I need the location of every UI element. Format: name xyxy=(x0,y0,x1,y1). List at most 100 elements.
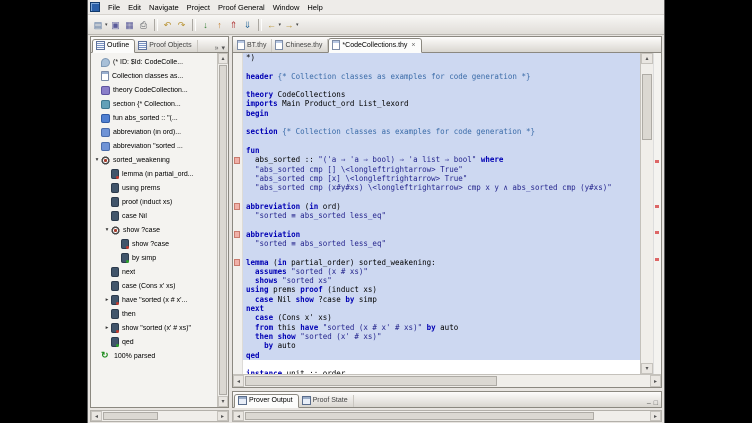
tree-item-proof-induct-xs[interactable]: proof (induct xs) xyxy=(91,195,217,209)
save-button[interactable]: ▣ xyxy=(109,17,123,32)
expand-icon[interactable]: ▸ xyxy=(103,297,111,303)
tree-item-show-case[interactable]: show ?case xyxy=(91,237,217,251)
tree-item-collection-classes-as[interactable]: Collection classes as... xyxy=(91,69,217,83)
goal-icon xyxy=(111,226,120,235)
outline-vertical-scrollbar[interactable]: ▴ ▾ xyxy=(217,53,228,407)
scrollbar-track[interactable] xyxy=(244,411,650,421)
tree-item-case-cons-x-xs[interactable]: case (Cons x' xs) xyxy=(91,279,217,293)
new-wizard-button[interactable]: ▤▾ xyxy=(91,17,109,32)
editor-tab-bt-thy[interactable]: BT.thy xyxy=(234,39,272,52)
scrollbar-track[interactable] xyxy=(218,64,228,396)
menu-item-proof-general[interactable]: Proof General xyxy=(214,2,269,13)
scroll-right-button[interactable]: ▸ xyxy=(650,375,661,387)
menu-item-navigate[interactable]: Navigate xyxy=(145,2,183,13)
editor-vertical-scrollbar[interactable]: ▴ ▾ xyxy=(640,53,653,374)
outline-horizontal-scrollbar[interactable]: ◂ ▸ xyxy=(90,410,229,422)
tree-item-100-parsed[interactable]: 100% parsed xyxy=(91,349,217,363)
window-icon[interactable] xyxy=(90,2,100,12)
save-all-button[interactable]: ▦ xyxy=(123,17,137,32)
tree-item-theory-codecollection[interactable]: theory CodeCollection... xyxy=(91,83,217,97)
tab-overflow-chevron-icon[interactable]: » xyxy=(215,45,219,52)
overview-marker-icon[interactable] xyxy=(655,160,659,163)
tree-item-by-simp[interactable]: by simp xyxy=(91,251,217,265)
scrollbar-thumb[interactable] xyxy=(103,412,158,420)
tree-item-case-nil[interactable]: case Nil xyxy=(91,209,217,223)
editor-horizontal-scrollbar[interactable]: ◂ ▸ xyxy=(233,374,661,387)
print-button[interactable]: ⎙ xyxy=(137,17,151,32)
code-line-21: "sorted ≡ abs_sorted less_eq" xyxy=(243,239,640,248)
scroll-right-button[interactable]: ▸ xyxy=(650,411,661,421)
overview-marker-icon[interactable] xyxy=(655,205,659,208)
tree-item-qed[interactable]: qed xyxy=(91,335,217,349)
view-tab-outline[interactable]: Outline xyxy=(92,39,135,53)
tree-item-fun-abs-sorted[interactable]: fun abs_sorted :: "(... xyxy=(91,111,217,125)
main-horizontal-scrollbar[interactable]: ◂ ▸ xyxy=(232,410,662,422)
maximize-view-icon[interactable]: □ xyxy=(654,400,658,407)
dropdown-arrow-icon[interactable]: ▾ xyxy=(296,22,299,28)
scroll-right-button[interactable]: ▸ xyxy=(217,411,228,421)
scrollbar-thumb[interactable] xyxy=(219,65,227,395)
proof-goto-button[interactable]: ⇓ xyxy=(241,17,255,32)
overview-marker-icon[interactable] xyxy=(655,258,659,261)
menu-item-help[interactable]: Help xyxy=(303,2,326,13)
tree-item-have-sorted-x-x[interactable]: ▸have "sorted (x # x'... xyxy=(91,293,217,307)
expand-icon[interactable]: ▸ xyxy=(103,325,111,331)
scroll-left-button[interactable]: ◂ xyxy=(233,375,244,387)
menu-item-file[interactable]: File xyxy=(104,2,124,13)
scrollbar-track[interactable] xyxy=(641,64,653,363)
tree-item-next[interactable]: next xyxy=(91,265,217,279)
minimize-view-icon[interactable]: – xyxy=(647,400,651,407)
scroll-down-button[interactable]: ▾ xyxy=(218,396,228,407)
tree-item-sorted-weakening[interactable]: ▾sorted_weakening xyxy=(91,153,217,167)
tree-item-show-case[interactable]: ▾show ?case xyxy=(91,223,217,237)
scrollbar-track[interactable] xyxy=(102,411,217,421)
scrollbar-thumb[interactable] xyxy=(245,412,594,420)
code-token: partial_order) sorted_weakening: xyxy=(287,258,436,267)
view-tab-proof-state[interactable]: Proof State xyxy=(299,395,354,407)
tab-close-icon[interactable]: × xyxy=(411,42,415,49)
menu-item-edit[interactable]: Edit xyxy=(124,2,145,13)
scroll-down-button[interactable]: ▾ xyxy=(641,363,653,374)
code-token: abs_sorted :: xyxy=(246,155,318,164)
tree-item-lemma-in-partial-ord[interactable]: lemma (in partial_ord... xyxy=(91,167,217,181)
overview-ruler[interactable] xyxy=(653,53,661,374)
forward-button[interactable]: →▾ xyxy=(282,17,300,32)
scroll-up-button[interactable]: ▴ xyxy=(641,53,653,64)
redo-button[interactable]: ↷ xyxy=(175,17,189,32)
dropdown-arrow-icon[interactable]: ▾ xyxy=(105,22,108,28)
overview-marker-icon[interactable] xyxy=(655,231,659,234)
tree-item-abbreviation-sorted[interactable]: abbreviation "sorted ... xyxy=(91,139,217,153)
dropdown-arrow-icon[interactable]: ▾ xyxy=(279,22,282,28)
menu-item-project[interactable]: Project xyxy=(183,2,214,13)
view-tab-prover-output[interactable]: Prover Output xyxy=(234,394,299,408)
undo-button[interactable]: ↶ xyxy=(161,17,175,32)
scrollbar-thumb[interactable] xyxy=(642,74,652,140)
proof-next-button[interactable]: ↓ xyxy=(199,17,213,32)
tree-item-then[interactable]: then xyxy=(91,307,217,321)
menu-item-window[interactable]: Window xyxy=(269,2,304,13)
scrollbar-track[interactable] xyxy=(244,375,650,387)
scroll-left-button[interactable]: ◂ xyxy=(91,411,102,421)
scroll-left-button[interactable]: ◂ xyxy=(233,411,244,421)
editor-tab-chinese-thy[interactable]: Chinese.thy xyxy=(272,39,328,52)
proof-undo-button[interactable]: ↑ xyxy=(213,17,227,32)
tree-item-using-prems[interactable]: using prems xyxy=(91,181,217,195)
code-area[interactable]: *)header {* Collection classes as exampl… xyxy=(243,53,640,374)
scroll-up-button[interactable]: ▴ xyxy=(218,53,228,64)
scrollbar-thumb[interactable] xyxy=(245,376,497,386)
tree-item-section-collection[interactable]: section {* Collection... xyxy=(91,97,217,111)
proof-retract-button[interactable]: ⇑ xyxy=(227,17,241,32)
console-view-icon xyxy=(302,396,311,405)
view-menu-icon[interactable]: ▾ xyxy=(221,44,225,52)
back-button[interactable]: ←▾ xyxy=(265,17,283,32)
tree-item-label: abbreviation "sorted ... xyxy=(113,143,183,150)
tree-item-show-sorted-x-xs[interactable]: ▸show "sorted (x' # xs)" xyxy=(91,321,217,335)
collapse-icon[interactable]: ▾ xyxy=(93,157,101,163)
collapse-icon[interactable]: ▾ xyxy=(103,227,111,233)
tree-item-label: Collection classes as... xyxy=(112,73,183,80)
tree-item-id-id-codecolle[interactable]: (* ID: $Id: CodeColle... xyxy=(91,55,217,69)
forward-icon: → xyxy=(283,18,295,32)
tree-item-abbreviation-in-ord[interactable]: abbreviation (in ord)... xyxy=(91,125,217,139)
view-tab-proof-objects[interactable]: Proof Objects xyxy=(135,40,197,52)
editor-tab-codecollections-thy[interactable]: *CodeCollections.thy× xyxy=(328,38,421,53)
